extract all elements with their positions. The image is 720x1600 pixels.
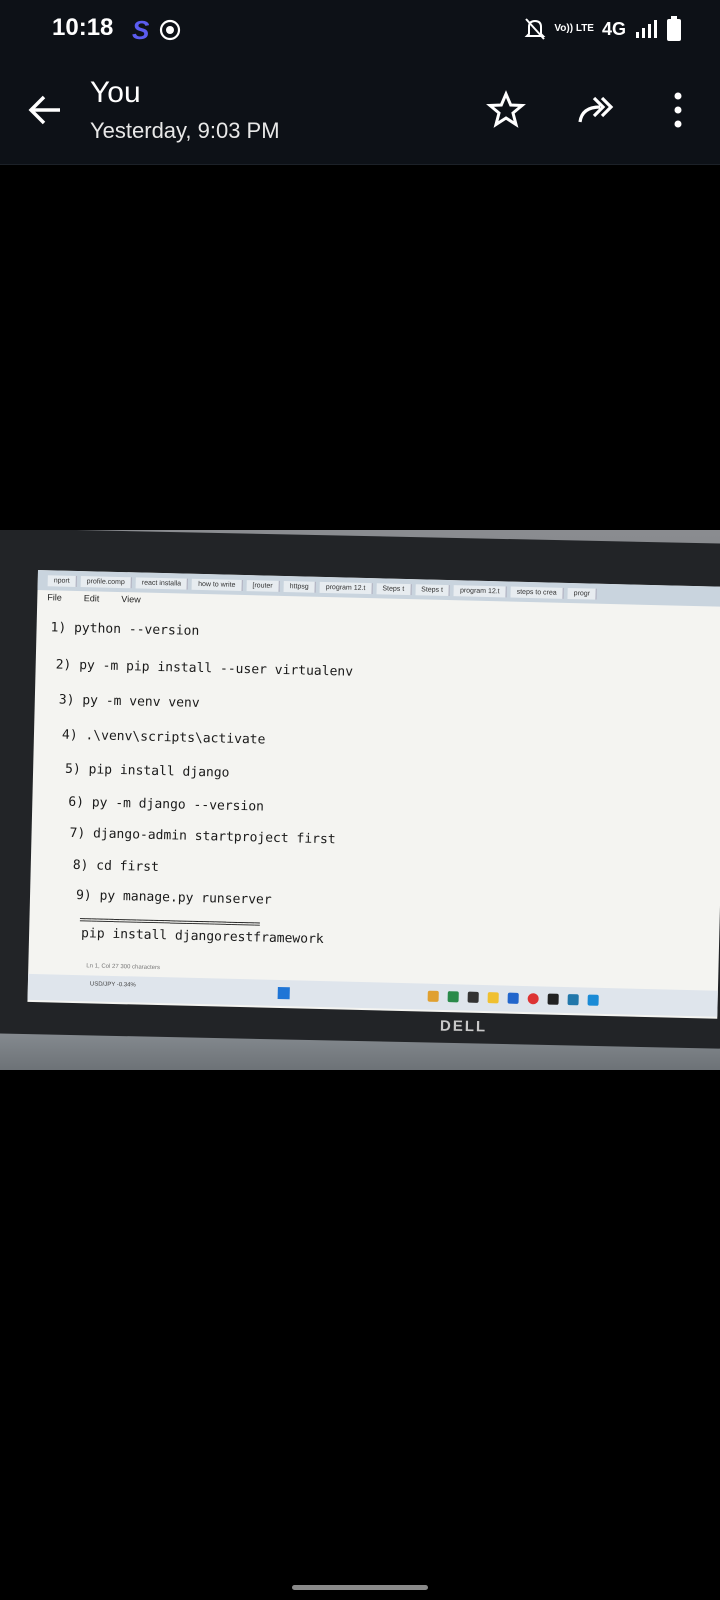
notepad-icon	[567, 994, 579, 1006]
notepad-tab: program 12.t	[453, 584, 507, 597]
notepad-tab: profile.comp	[80, 575, 132, 588]
message-header: You Yesterday, 9:03 PM	[0, 62, 720, 165]
more-vert-icon[interactable]	[658, 90, 698, 130]
taskbar-app-icon	[427, 990, 439, 1002]
message-timestamp: Yesterday, 9:03 PM	[90, 118, 280, 143]
shared-photo[interactable]: nport profile.comp react installa how to…	[0, 530, 720, 1070]
sender-name: You	[90, 76, 141, 109]
notepad-tab: steps to crea	[510, 586, 564, 599]
menu-edit: Edit	[83, 593, 100, 604]
notepad-tab: [router	[246, 579, 280, 592]
code-line: 1) python --version	[50, 620, 200, 639]
stock-ticker: USD/JPY -0.34%	[89, 981, 136, 989]
skype-s-icon: S	[132, 15, 150, 45]
notepad-tab: nport	[47, 574, 77, 587]
notepad-tab: progr	[567, 587, 598, 600]
taskbar-app-icon	[467, 991, 479, 1003]
notification-icons: S	[132, 16, 181, 44]
whatsapp-icon	[160, 19, 181, 41]
system-icons: Vo)) LTE 4G	[524, 16, 682, 42]
terminal-icon	[547, 993, 559, 1005]
network-type: 4G	[601, 18, 626, 39]
editor-status: Ln 1, Col 27 300 characters	[86, 963, 161, 972]
chrome-icon	[527, 993, 539, 1005]
code-line: pip install djangorestframework	[80, 926, 324, 948]
taskbar-app-icon	[447, 991, 459, 1003]
code-line: 8) cd first	[72, 857, 160, 876]
status-bar: 10:18 S Vo)) LTE 4G	[0, 0, 720, 62]
battery-icon	[667, 16, 681, 41]
taskbar-app-icon	[507, 992, 519, 1004]
back-icon[interactable]	[26, 90, 66, 130]
gesture-nav-handle[interactable]	[292, 1585, 428, 1590]
code-line: 3) py -m venv venv	[58, 692, 200, 711]
notepad-tab: httpsg	[283, 580, 316, 593]
volte-icon: Vo)) LTE	[554, 23, 594, 34]
code-line: 2) py -m pip install --user virtualenv	[55, 657, 354, 680]
menu-view: View	[121, 594, 141, 605]
notepad-tab: Steps t	[376, 582, 412, 595]
code-line: 6) py -m django --version	[68, 794, 265, 815]
code-line: 5) pip install django	[64, 761, 230, 781]
code-line: 4) .\venv\scripts\activate	[61, 727, 266, 748]
code-line: 7) django-admin startproject first	[69, 825, 336, 848]
folder-icon	[487, 992, 499, 1004]
signal-icon	[636, 20, 657, 38]
monitor-screen: nport profile.comp react installa how to…	[27, 570, 720, 1019]
notepad-tab: how to write	[191, 578, 243, 591]
code-line: 9) py manage.py runserver	[75, 888, 272, 908]
bell-off-icon	[524, 18, 546, 40]
forward-icon[interactable]	[576, 90, 616, 130]
menu-file: File	[47, 592, 62, 603]
dell-logo: DELL	[439, 1017, 488, 1036]
status-time: 10:18	[52, 14, 114, 41]
windows-start-icon	[277, 986, 290, 1000]
notepad-tab: Steps t	[415, 583, 451, 596]
notepad-tab: react installa	[135, 576, 189, 590]
star-icon[interactable]	[486, 90, 526, 130]
notepad-tab: program 12.t	[319, 581, 373, 594]
vscode-icon	[587, 994, 599, 1006]
notepad-menubar: File Edit View	[47, 592, 141, 604]
